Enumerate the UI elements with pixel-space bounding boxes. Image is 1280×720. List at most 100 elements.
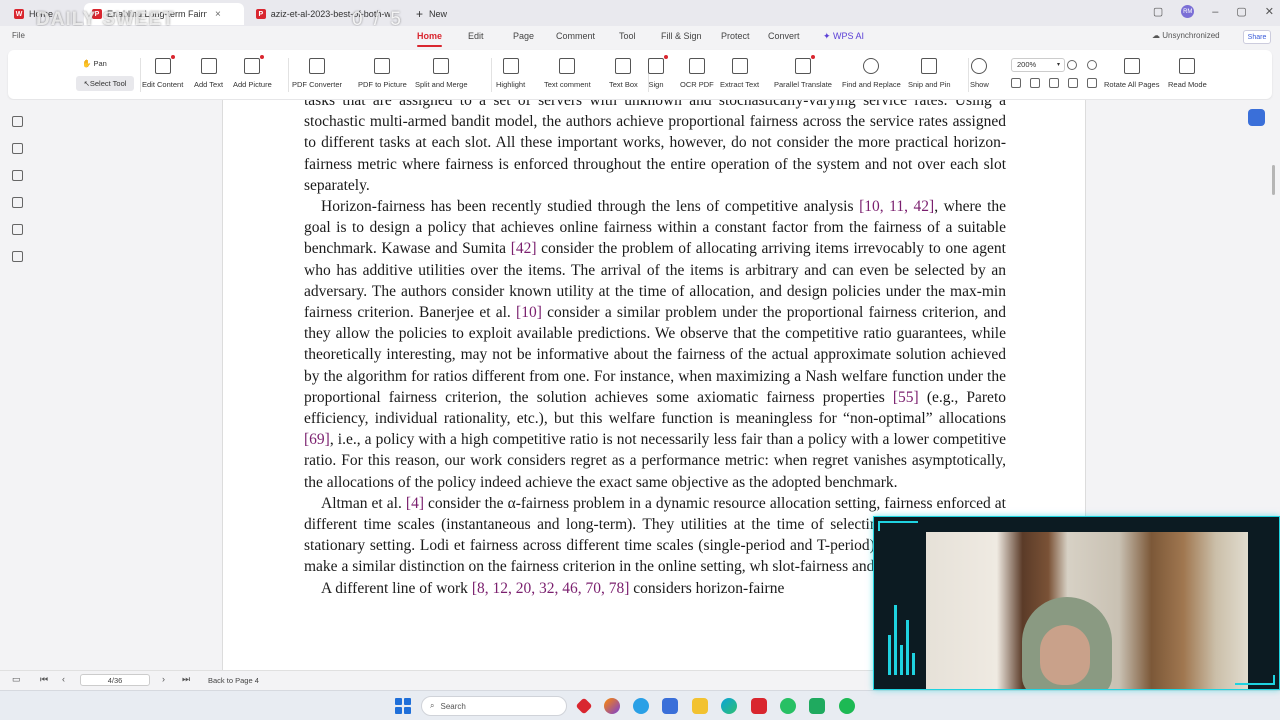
sidebar-toggle-icon[interactable]: ▭ [12,674,21,685]
close-icon[interactable]: × [215,9,221,20]
share-button[interactable]: Share [1243,30,1271,44]
menu-protect[interactable]: Protect [721,31,750,41]
wps-logo-icon: W [14,9,24,19]
snip-pin-label: Snip and Pin [908,80,951,89]
pan-tool[interactable]: ✋ Pan [82,59,107,68]
cloud-icon: ☁ [1152,31,1163,40]
fit-page-icon[interactable] [1011,78,1021,88]
plus-icon: + [416,7,424,21]
next-page-icon[interactable]: › [162,674,165,684]
windows-taskbar: ⌕ Search [0,690,1280,720]
close-window-icon[interactable]: ✕ [1265,5,1274,18]
file-menu[interactable]: File [12,31,25,40]
show-button[interactable]: Show [970,58,989,89]
citation-link[interactable]: [55] [893,389,919,406]
text-run: Horizon-fairness has been recently studi… [321,198,860,216]
signature-icon[interactable] [12,224,23,235]
select-label: Select Tool [89,79,127,88]
wps-icon[interactable] [751,698,767,714]
menu-comment[interactable]: Comment [556,31,595,41]
spotify-icon[interactable] [839,698,855,714]
pdf-to-picture-button[interactable]: PDF to Picture [358,58,407,89]
split-merge-button[interactable]: Split and Merge [415,58,468,89]
citation-link[interactable]: [69] [304,431,330,448]
snip-pin-button[interactable]: Snip and Pin [908,58,951,89]
store-icon[interactable] [662,698,678,714]
first-page-icon[interactable]: ⏮ [40,674,48,685]
minimize-icon[interactable]: – [1212,6,1218,18]
app-icon[interactable] [809,698,825,714]
add-text-button[interactable]: Add Text [194,58,223,89]
sign-label: Sign [648,80,664,89]
actual-size-icon[interactable] [1049,78,1059,88]
paragraph-2: Horizon-fairness has been recently studi… [304,196,1006,493]
menu-convert[interactable]: Convert [768,31,800,41]
menu-tool[interactable]: Tool [619,31,636,41]
pdf-converter-button[interactable]: PDF Converter [292,58,342,89]
menu-edit[interactable]: Edit [468,31,484,41]
thumbnails-icon[interactable] [12,143,23,154]
bookmark-icon[interactable] [12,116,23,127]
edit-content-button[interactable]: Edit Content [142,55,183,89]
rotate-all-pages-button[interactable]: Rotate All Pages [1104,58,1159,89]
citation-link[interactable]: [4] [406,495,424,512]
whatsapp-icon[interactable] [780,698,796,714]
back-to-page-link[interactable]: Back to Page 4 [208,676,259,685]
sync-status[interactable]: ☁ Unsynchronized [1152,31,1220,40]
layout-icon[interactable]: ▢ [1153,5,1163,18]
rotate-right-icon[interactable] [1087,78,1097,88]
read-mode-button[interactable]: Read Mode [1168,58,1207,89]
ai-assistant-button[interactable] [1248,109,1265,126]
select-tool[interactable]: ↖ Select Tool [76,76,134,91]
hand-icon: ✋ [82,59,94,68]
edge-icon[interactable] [721,698,737,714]
prev-page-icon[interactable]: ‹ [62,674,65,684]
citation-link[interactable]: [10, 11, 42] [859,198,934,215]
maximize-icon[interactable]: ▢ [1236,5,1246,18]
citation-link[interactable]: [10] [516,304,542,321]
folder-icon[interactable] [692,698,708,714]
search-icon: ⌕ [430,701,435,710]
browser-icon[interactable] [633,698,649,714]
rotate-left-icon[interactable] [1068,78,1078,88]
zoom-select[interactable]: 200% ▾ [1011,58,1065,72]
menu-wps-ai[interactable]: ✦ WPS AI [823,31,864,42]
last-page-icon[interactable]: ⏭ [182,674,190,685]
attachment-icon[interactable] [12,197,23,208]
text-box-button[interactable]: Text Box [609,58,638,89]
layers-icon[interactable] [12,251,23,262]
extract-text-button[interactable]: Extract Text [720,58,759,89]
menu-home[interactable]: Home [417,31,443,47]
pdf-to-picture-label: PDF to Picture [358,80,407,89]
add-picture-label: Add Picture [233,80,272,89]
extract-text-label: Extract Text [720,80,760,89]
ocr-pdf-button[interactable]: OCR PDF [680,58,714,89]
menu-fill-sign[interactable]: Fill & Sign [661,31,702,41]
split-merge-icon [433,58,450,74]
show-label: Show [970,80,989,89]
new-tab-button[interactable]: + New [408,3,455,25]
menu-page[interactable]: Page [513,31,534,41]
zoom-out-icon[interactable] [1067,60,1077,70]
rotate-pages-icon [1123,58,1140,74]
comments-icon[interactable] [12,170,23,181]
sign-button[interactable]: Sign [648,55,668,89]
windows-start-icon[interactable] [395,698,411,714]
add-picture-button[interactable]: Add Picture [233,55,272,89]
find-replace-button[interactable]: Find and Replace [842,58,901,89]
text-comment-button[interactable]: Text comment [544,58,591,89]
avatar[interactable]: RM [1181,5,1195,18]
app-icon[interactable] [575,697,593,715]
page-number-input[interactable]: 4/36 [80,674,150,686]
taskbar-search[interactable]: ⌕ Search [421,696,567,716]
fit-width-icon[interactable] [1030,78,1040,88]
zoom-in-icon[interactable] [1087,60,1097,70]
highlight-button[interactable]: Highlight [496,58,525,89]
menu-bar: File Home Edit Page Comment Tool Fill & … [0,26,1280,48]
copilot-icon[interactable] [604,698,620,714]
parallel-translate-button[interactable]: Parallel Translate [774,55,832,89]
citation-link[interactable]: [42] [511,240,537,257]
citation-link[interactable]: [8, 12, 20, 32, 46, 70, 78] [472,580,630,597]
zoom-value: 200% [1017,60,1037,69]
scrollbar-thumb[interactable] [1272,165,1275,195]
